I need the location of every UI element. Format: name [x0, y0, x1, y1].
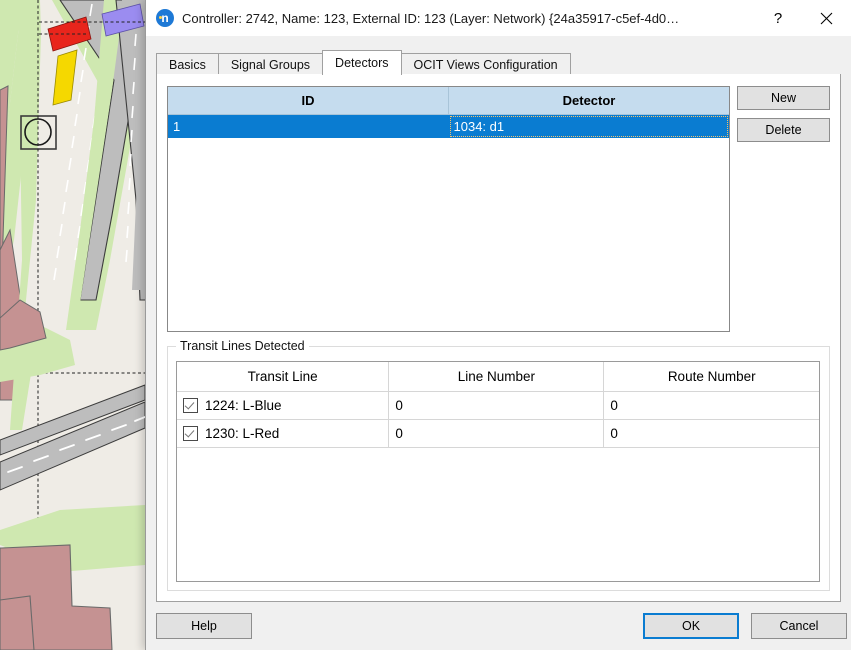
detectors-panel: ID Detector 1 1034: d1 New Delete: [156, 74, 841, 602]
tab-basics[interactable]: Basics: [156, 53, 219, 75]
transit-table: Transit Line Line Number Route Number: [177, 362, 819, 448]
cancel-button[interactable]: Cancel: [751, 613, 847, 639]
transit-line-checkbox[interactable]: [183, 398, 198, 413]
detector-table: ID Detector 1 1034: d1: [168, 87, 729, 138]
cell-id[interactable]: 1: [168, 115, 449, 139]
tab-detectors[interactable]: Detectors: [322, 50, 402, 75]
tab-ocit-views-configuration[interactable]: OCIT Views Configuration: [401, 53, 571, 75]
table-row[interactable]: 1230: L-Red 0 0: [177, 420, 819, 448]
cell-line-number[interactable]: 0: [389, 392, 604, 420]
tab-strip: Basics Signal Groups Detectors OCIT View…: [156, 50, 841, 75]
dialog-footer: Help OK Cancel: [146, 602, 851, 650]
group-title: Transit Lines Detected: [176, 339, 309, 353]
help-glyph: ?: [774, 10, 782, 27]
transit-line-label: 1224: L-Blue: [205, 398, 282, 413]
dialog-title: Controller: 2742, Name: 123, External ID…: [182, 11, 755, 26]
column-header-id[interactable]: ID: [168, 87, 449, 115]
cell-line-number[interactable]: 0: [389, 420, 604, 448]
help-icon[interactable]: ?: [755, 0, 801, 36]
vissim-n-icon: n: [156, 9, 174, 27]
window-controls: ?: [755, 0, 851, 36]
delete-button[interactable]: Delete: [737, 118, 830, 142]
column-header-route-number[interactable]: Route Number: [604, 362, 819, 392]
transit-lines-detected-group: Transit Lines Detected Transit Line Line…: [167, 346, 830, 591]
tab-signal-groups[interactable]: Signal Groups: [218, 53, 323, 75]
transit-line-checkbox[interactable]: [183, 426, 198, 441]
transit-line-label: 1230: L-Red: [205, 426, 279, 441]
cell-route-number[interactable]: 0: [604, 392, 819, 420]
detector-table-container[interactable]: ID Detector 1 1034: d1: [167, 86, 730, 332]
column-header-line-number[interactable]: Line Number: [389, 362, 604, 392]
transit-table-header-row: Transit Line Line Number Route Number: [177, 362, 819, 392]
close-icon[interactable]: [801, 0, 851, 36]
cell-detector[interactable]: 1034: d1: [449, 115, 730, 139]
controller-dialog: n Controller: 2742, Name: 123, External …: [145, 0, 851, 650]
new-button[interactable]: New: [737, 86, 830, 110]
detector-table-header-row: ID Detector: [168, 87, 729, 115]
help-button[interactable]: Help: [156, 613, 252, 639]
transit-table-container[interactable]: Transit Line Line Number Route Number: [176, 361, 820, 582]
column-header-detector[interactable]: Detector: [449, 87, 730, 115]
cell-transit-line[interactable]: 1224: L-Blue: [177, 392, 389, 420]
cell-route-number[interactable]: 0: [604, 420, 819, 448]
table-row[interactable]: 1 1034: d1: [168, 115, 729, 139]
ok-button[interactable]: OK: [643, 613, 739, 639]
table-row[interactable]: 1224: L-Blue 0 0: [177, 392, 819, 420]
cell-transit-line[interactable]: 1230: L-Red: [177, 420, 389, 448]
dialog-titlebar: n Controller: 2742, Name: 123, External …: [146, 0, 851, 36]
screen: n Controller: 2742, Name: 123, External …: [0, 0, 851, 650]
column-header-transit-line[interactable]: Transit Line: [177, 362, 389, 392]
